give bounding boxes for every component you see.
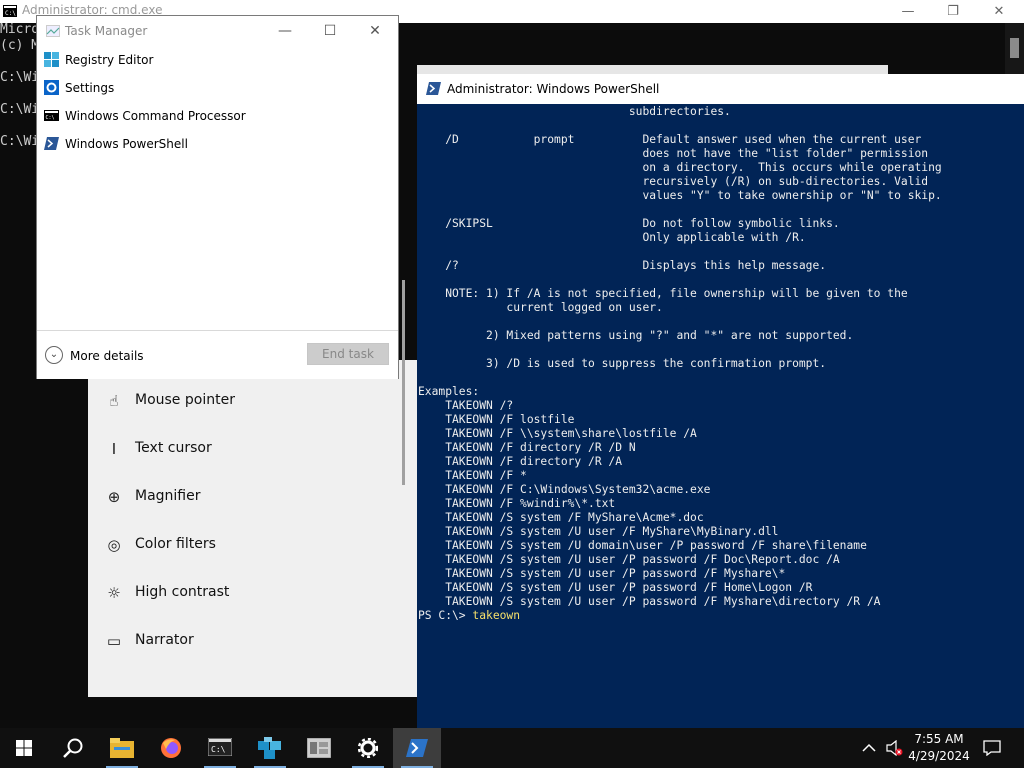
- powershell-output[interactable]: subdirectories. /D prompt Default answer…: [418, 105, 942, 623]
- task-manager-maximize-button[interactable]: ☐: [307, 16, 353, 46]
- search-icon: [63, 738, 83, 758]
- cmd-icon: C:\: [44, 110, 59, 121]
- task-item-command-processor[interactable]: C:\ Windows Command Processor: [43, 104, 393, 128]
- powershell-icon: [44, 137, 59, 150]
- cmd-output: Micro (c) M C:\Wi C:\Wi C:\Wi: [0, 22, 40, 149]
- task-item-settings[interactable]: Settings: [43, 76, 393, 100]
- task-item-registry-editor[interactable]: Registry Editor: [43, 48, 393, 72]
- taskbar-registry-editor[interactable]: [246, 728, 294, 768]
- cmd-icon: C:\: [208, 738, 232, 756]
- magnifier-icon: ⊕: [107, 488, 121, 506]
- settings-icon: [358, 738, 378, 758]
- task-item-label: Windows PowerShell: [65, 137, 188, 151]
- mouse-pointer-icon: ☝: [109, 392, 119, 410]
- settings-window[interactable]: ☝ Mouse pointer I Text cursor ⊕ Magnifie…: [88, 360, 418, 697]
- taskbar-settings[interactable]: [344, 728, 392, 768]
- task-item-powershell[interactable]: Windows PowerShell: [43, 132, 393, 156]
- task-manager-footer: ⌄ More details End task: [37, 330, 398, 379]
- volume-muted-icon[interactable]: [886, 740, 904, 756]
- settings-item-mouse-pointer[interactable]: ☝ Mouse pointer: [104, 390, 404, 414]
- notification-icon[interactable]: [983, 740, 1001, 756]
- powershell-prompt: PS C:\>: [418, 609, 473, 622]
- powershell-command: takeown: [472, 609, 521, 622]
- taskbar-file-explorer[interactable]: [98, 728, 146, 768]
- chevron-up-icon[interactable]: [862, 743, 876, 753]
- task-manager-minimize-button[interactable]: —: [262, 16, 308, 46]
- settings-item-magnifier[interactable]: ⊕ Magnifier: [104, 486, 404, 510]
- cmd-icon: C:\: [3, 5, 17, 17]
- settings-item-label: Text cursor: [135, 440, 212, 456]
- svg-text:C:\: C:\: [211, 745, 226, 754]
- taskbar: C:\ 7:55 AM 4/29/2024: [0, 728, 1024, 768]
- task-manager-title: Task Manager: [65, 24, 148, 38]
- start-button[interactable]: [0, 728, 48, 768]
- cmd-minimize-button[interactable]: —: [885, 0, 931, 23]
- task-item-label: Windows Command Processor: [65, 109, 246, 123]
- powershell-window[interactable]: Administrator: Windows PowerShell subdir…: [417, 74, 1024, 728]
- clock-time[interactable]: 7:55 AM: [904, 732, 974, 746]
- server-manager-icon: [307, 738, 331, 758]
- start-icon: [16, 740, 32, 756]
- cmd-close-button[interactable]: ✕: [976, 0, 1022, 23]
- firefox-icon: [161, 738, 181, 758]
- task-manager-close-button[interactable]: ✕: [352, 16, 398, 46]
- task-item-label: Registry Editor: [65, 53, 154, 67]
- task-manager-title-bar[interactable]: Task Manager — ☐ ✕: [37, 16, 398, 46]
- powershell-icon: [426, 82, 441, 95]
- end-task-button[interactable]: End task: [307, 343, 389, 365]
- task-manager-icon: [46, 25, 60, 37]
- svg-text:C:\: C:\: [46, 115, 55, 121]
- task-manager-window[interactable]: Task Manager — ☐ ✕ Registry Editor Setti…: [36, 15, 399, 379]
- settings-item-text-cursor[interactable]: I Text cursor: [104, 438, 404, 462]
- narrator-icon: ▭: [106, 632, 122, 650]
- powershell-title: Administrator: Windows PowerShell: [447, 82, 660, 96]
- high-contrast-icon: ☼: [107, 584, 121, 602]
- registry-editor-icon: [258, 737, 281, 759]
- cmd-restore-button[interactable]: ❐: [930, 0, 976, 23]
- settings-icon: [44, 80, 59, 95]
- taskbar-firefox[interactable]: [147, 728, 195, 768]
- powershell-icon: [406, 739, 428, 757]
- settings-item-label: High contrast: [135, 584, 230, 600]
- taskbar-powershell[interactable]: [393, 728, 441, 768]
- file-explorer-icon: [110, 738, 134, 758]
- window-edge: [417, 65, 888, 74]
- color-filters-icon: ◎: [107, 536, 121, 554]
- chevron-down-icon[interactable]: ⌄: [45, 346, 63, 364]
- settings-item-label: Magnifier: [135, 488, 201, 504]
- text-cursor-icon: I: [111, 440, 117, 458]
- settings-item-color-filters[interactable]: ◎ Color filters: [104, 534, 404, 558]
- settings-item-label: Narrator: [135, 632, 194, 648]
- settings-item-label: Color filters: [135, 536, 216, 552]
- svg-text:C:\: C:\: [5, 10, 16, 17]
- settings-item-label: Mouse pointer: [135, 392, 235, 408]
- registry-editor-icon: [44, 52, 59, 67]
- cmd-scrollbar-thumb[interactable]: [1010, 38, 1019, 58]
- task-item-label: Settings: [65, 81, 115, 95]
- more-details-link[interactable]: More details: [70, 349, 144, 363]
- settings-item-high-contrast[interactable]: ☼ High contrast: [104, 582, 404, 606]
- powershell-title-bar[interactable]: Administrator: Windows PowerShell: [417, 74, 1024, 104]
- clock-date[interactable]: 4/29/2024: [904, 749, 974, 763]
- taskbar-server-manager[interactable]: [295, 728, 343, 768]
- taskbar-search-button[interactable]: [48, 728, 96, 768]
- taskbar-cmd[interactable]: C:\: [196, 728, 244, 768]
- settings-item-narrator[interactable]: ▭ Narrator: [104, 630, 404, 654]
- settings-scrollbar[interactable]: [402, 280, 405, 485]
